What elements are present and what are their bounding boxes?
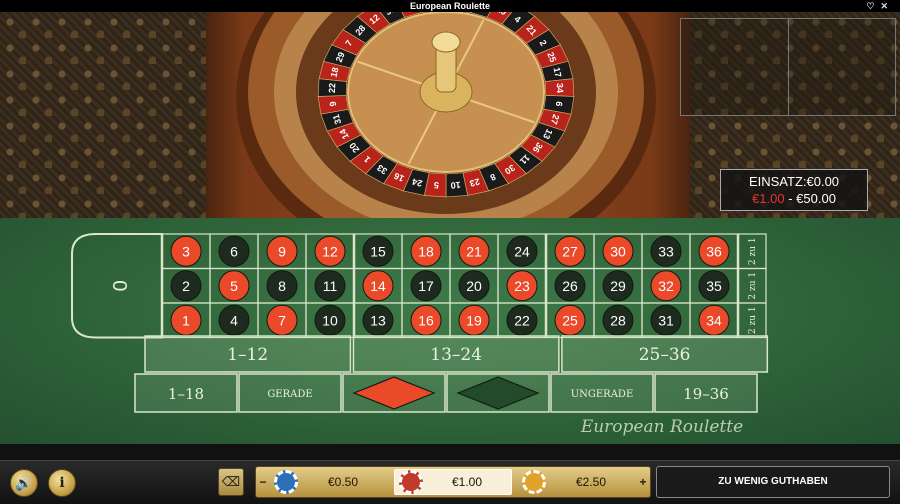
limit-min: €1.00 bbox=[752, 191, 785, 206]
number-label: 10 bbox=[322, 312, 338, 328]
number-label: 24 bbox=[514, 243, 530, 259]
plus-icon: + bbox=[639, 475, 647, 489]
stake-line: EINSATZ:€0.00 bbox=[721, 173, 867, 190]
number-label: 27 bbox=[562, 243, 578, 259]
number-label: 36 bbox=[706, 243, 722, 259]
chip-option[interactable]: €1.00 bbox=[394, 469, 512, 495]
chip-icon bbox=[399, 470, 423, 494]
minus-icon: − bbox=[259, 475, 267, 489]
bet-limits-panel: EINSATZ:€0.00 €1.00 - €50.00 bbox=[720, 169, 868, 211]
roulette-wheel: 0321519421225173462713361130823105241633… bbox=[236, 12, 656, 218]
number-label: 29 bbox=[610, 278, 626, 294]
number-label: 12 bbox=[322, 243, 338, 259]
table-logo: European Roulette bbox=[580, 417, 743, 437]
betting-table: 0 3 6 9 12 15 18 21 24 27 30 33 36 2 5 8 11 14 17 20 23 26 29 3… bbox=[0, 218, 900, 444]
chip-icon bbox=[274, 470, 298, 494]
number-label: 25 bbox=[562, 312, 578, 328]
turret-knob bbox=[431, 31, 461, 53]
number-label: 6 bbox=[230, 243, 238, 259]
clear-icon: ⌫ bbox=[221, 474, 241, 489]
chip-next-button[interactable]: + bbox=[636, 467, 650, 497]
number-label: 5 bbox=[230, 278, 238, 294]
limit-range: €1.00 - €50.00 bbox=[721, 190, 867, 207]
chip-value: €1.00 bbox=[451, 475, 483, 489]
number-label: 21 bbox=[466, 243, 482, 259]
chip-value: €2.50 bbox=[575, 475, 607, 489]
zero-label: 0 bbox=[108, 280, 130, 291]
wheel-number: 22 bbox=[327, 83, 337, 93]
window-controls: ♡✕ bbox=[866, 0, 894, 12]
limit-separator: - bbox=[784, 191, 797, 206]
speaker-icon: 🔊 bbox=[15, 474, 33, 491]
number-label: 14 bbox=[370, 278, 386, 294]
even-money-label: UNGERADE bbox=[571, 389, 634, 400]
info-icon: i bbox=[59, 475, 65, 491]
wheel-number: 18 bbox=[329, 66, 341, 78]
number-label: 15 bbox=[370, 243, 386, 259]
status-text: ZU WENIG GUTHABEN bbox=[718, 476, 828, 487]
clear-bets-button[interactable]: ⌫ bbox=[218, 468, 244, 496]
number-label: 1 bbox=[182, 312, 190, 328]
carpet-background: 0321519421225173462713361130823105241633… bbox=[0, 12, 900, 218]
close-icon[interactable]: ✕ bbox=[880, 1, 894, 11]
stake-label: EINSATZ: bbox=[748, 174, 807, 189]
column-bet-label: 2 zu 1 bbox=[748, 272, 758, 300]
number-label: 18 bbox=[418, 243, 434, 259]
number-label: 32 bbox=[658, 278, 674, 294]
chip-value: €0.50 bbox=[327, 475, 359, 489]
number-label: 13 bbox=[370, 312, 386, 328]
history-cell bbox=[788, 19, 895, 115]
chip-prev-button[interactable]: − bbox=[256, 467, 270, 497]
table-layout: 03 6 9 12 15 18 21 24 27 30 33 362 5 8 11 14 17 20 23 26 29 3… bbox=[71, 233, 769, 437]
chip-selector: − €0.50 €1.00 €2.50 + bbox=[255, 466, 651, 498]
window-title: European Roulette bbox=[409, 1, 490, 11]
column-bet-label: 2 zu 1 bbox=[748, 306, 758, 334]
number-label: 3 bbox=[182, 243, 190, 259]
number-label: 16 bbox=[418, 312, 434, 328]
wheel-number: 10 bbox=[450, 180, 461, 191]
even-money-label: GERADE bbox=[267, 389, 312, 400]
title-bar: European Roulette ♡✕ bbox=[0, 0, 900, 12]
number-label: 23 bbox=[514, 278, 530, 294]
wheel-number: 17 bbox=[551, 66, 563, 78]
info-button[interactable]: i bbox=[48, 469, 76, 497]
favorite-icon[interactable]: ♡ bbox=[866, 1, 880, 11]
number-label: 30 bbox=[610, 243, 626, 259]
number-label: 19 bbox=[466, 312, 482, 328]
column-bet-label: 2 zu 1 bbox=[748, 237, 758, 265]
history-cell bbox=[681, 19, 789, 115]
chip-option[interactable]: €2.50 bbox=[518, 469, 636, 495]
number-label: 11 bbox=[323, 278, 338, 294]
number-label: 28 bbox=[610, 312, 626, 328]
number-label: 17 bbox=[418, 278, 434, 294]
number-label: 22 bbox=[514, 312, 530, 328]
number-label: 34 bbox=[706, 312, 722, 328]
history-panel bbox=[680, 18, 896, 116]
sound-button[interactable]: 🔊 bbox=[10, 469, 38, 497]
chip-option[interactable]: €0.50 bbox=[270, 469, 388, 495]
chip-icon bbox=[522, 470, 546, 494]
even-money-label: 19–36 bbox=[683, 385, 729, 403]
dozen-bet-label: 13–24 bbox=[430, 345, 482, 365]
wheel-number: 34 bbox=[555, 83, 565, 93]
number-label: 26 bbox=[562, 278, 578, 294]
number-label: 4 bbox=[230, 312, 238, 328]
number-label: 31 bbox=[658, 312, 674, 328]
number-label: 8 bbox=[278, 278, 286, 294]
even-money-label: 1–18 bbox=[168, 385, 204, 403]
number-label: 33 bbox=[658, 243, 674, 259]
stake-value: €0.00 bbox=[806, 174, 840, 189]
number-label: 2 bbox=[182, 278, 190, 294]
number-label: 7 bbox=[278, 312, 286, 328]
wheel-housing: 0321519421225173462713361130823105241633… bbox=[206, 12, 690, 218]
status-button[interactable]: ZU WENIG GUTHABEN bbox=[656, 466, 890, 498]
number-label: 20 bbox=[466, 278, 482, 294]
wheel-number: 5 bbox=[433, 180, 439, 190]
control-bar: 🔊 i ⌫ − €0.50 €1.00 €2.50 + ZU WENIG GUT… bbox=[0, 460, 900, 504]
number-label: 9 bbox=[278, 243, 286, 259]
dozen-bet-label: 1–12 bbox=[227, 345, 268, 365]
number-label: 35 bbox=[706, 278, 722, 294]
limit-max: €50.00 bbox=[796, 191, 836, 206]
dozen-bet-label: 25–36 bbox=[639, 345, 691, 365]
